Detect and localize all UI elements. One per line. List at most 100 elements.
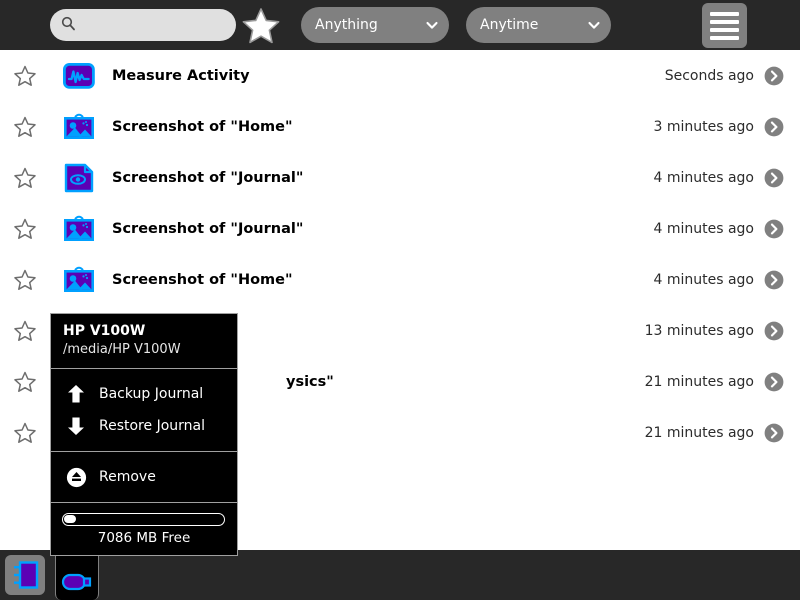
journal-entry-row[interactable]: Screenshot of "Journal" 4 minutes ago — [0, 203, 800, 254]
star-outline-icon — [14, 116, 36, 137]
star-outline-icon — [14, 167, 36, 188]
star-outline-icon — [14, 422, 36, 443]
picture-icon — [58, 263, 100, 297]
search-icon — [61, 16, 76, 35]
measure-activity-icon — [58, 59, 100, 93]
type-filter-dropdown[interactable]: Anything — [301, 7, 449, 43]
document-eye-icon — [64, 163, 94, 192]
remove-item[interactable]: Remove — [51, 461, 237, 493]
type-filter-label: Anything — [315, 17, 378, 33]
entry-title: Screenshot of "Journal" — [112, 220, 304, 237]
entry-detail-arrow[interactable] — [764, 168, 784, 188]
taskbar — [0, 550, 800, 600]
arrow-up-icon — [65, 383, 87, 405]
entry-title: Screenshot of "Journal" — [112, 169, 304, 186]
chevron-down-icon — [426, 21, 438, 29]
entry-title: Measure Activity — [112, 67, 250, 84]
search-field[interactable] — [50, 9, 258, 41]
chevron-down-icon — [588, 21, 600, 29]
chevron-right-circle-icon — [764, 321, 784, 340]
entry-detail-arrow[interactable] — [764, 219, 784, 239]
hamburger-bar — [710, 19, 739, 24]
favorite-star-toggle[interactable] — [0, 422, 50, 443]
picture-icon — [58, 212, 100, 246]
time-filter-label: Anytime — [480, 17, 539, 33]
hamburger-bar — [710, 27, 739, 32]
entry-detail-arrow[interactable] — [764, 66, 784, 86]
favorite-star-button[interactable] — [241, 7, 281, 45]
entry-detail-arrow[interactable] — [764, 270, 784, 290]
storage-section: 7086 MB Free — [51, 503, 237, 555]
entry-timestamp: 4 minutes ago — [653, 169, 754, 186]
star-outline-icon — [14, 218, 36, 239]
device-popup-menu: HP V100W /media/HP V100W Backup Journal — [50, 313, 238, 556]
star-outline-icon — [14, 371, 36, 392]
entry-detail-arrow[interactable] — [764, 423, 784, 443]
journal-icon — [13, 561, 38, 589]
backup-journal-item[interactable]: Backup Journal — [51, 378, 237, 410]
picture-icon — [64, 266, 94, 292]
time-filter-dropdown[interactable]: Anytime — [466, 7, 611, 43]
journal-entry-row[interactable]: Screenshot of "Journal" 4 minutes ago — [0, 152, 800, 203]
favorite-star-toggle[interactable] — [0, 371, 50, 392]
picture-icon — [64, 113, 94, 139]
entry-timestamp: 3 minutes ago — [653, 118, 754, 135]
hamburger-icon[interactable] — [702, 3, 747, 48]
journal-entry-row[interactable]: Screenshot of "Home" 3 minutes ago — [0, 101, 800, 152]
device-path: /media/HP V100W — [63, 342, 181, 357]
entry-title: Screenshot of "Home" — [112, 271, 293, 288]
device-actions-section: Backup Journal Restore Journal — [51, 369, 237, 451]
remove-label: Remove — [99, 469, 156, 485]
taskbar-usb-button[interactable] — [55, 550, 99, 600]
eject-icon — [65, 466, 87, 488]
chevron-right-circle-icon — [764, 168, 784, 187]
chevron-right-circle-icon — [764, 117, 784, 136]
chevron-right-circle-icon — [764, 372, 784, 391]
favorite-star-toggle[interactable] — [0, 269, 50, 290]
hamburger-bar — [710, 35, 739, 40]
entry-timestamp: Seconds ago — [664, 67, 754, 84]
journal-entry-row[interactable]: Screenshot of "Home" 4 minutes ago — [0, 254, 800, 305]
entry-detail-arrow[interactable] — [764, 372, 784, 392]
entry-timestamp: 21 minutes ago — [644, 424, 754, 441]
taskbar-journal-button[interactable] — [5, 555, 45, 595]
picture-icon — [58, 110, 100, 144]
usb-icon — [61, 573, 92, 590]
picture-icon — [64, 215, 94, 241]
device-remove-section: Remove — [51, 452, 237, 502]
entry-title: ysics" — [286, 373, 334, 390]
hamburger-bar — [710, 11, 739, 16]
star-outline-icon — [14, 269, 36, 290]
document-eye-icon — [58, 161, 100, 195]
favorite-star-toggle[interactable] — [0, 320, 50, 341]
favorite-star-toggle[interactable] — [0, 218, 50, 239]
chevron-right-circle-icon — [764, 66, 784, 85]
restore-journal-label: Restore Journal — [99, 418, 205, 434]
chevron-right-circle-icon — [764, 423, 784, 442]
entry-timestamp: 4 minutes ago — [653, 220, 754, 237]
entry-detail-arrow[interactable] — [764, 117, 784, 137]
star-outline-icon — [14, 320, 36, 341]
entry-detail-arrow[interactable] — [764, 321, 784, 341]
chevron-right-circle-icon — [764, 219, 784, 238]
restore-journal-item[interactable]: Restore Journal — [51, 410, 237, 442]
journal-entry-row[interactable]: Measure Activity Seconds ago — [0, 50, 800, 101]
device-popup-header: HP V100W /media/HP V100W — [51, 314, 237, 368]
favorite-star-toggle[interactable] — [0, 116, 50, 137]
backup-journal-label: Backup Journal — [99, 386, 204, 402]
entry-timestamp: 4 minutes ago — [653, 271, 754, 288]
journal-app: Anything Anytime Measure Activity Seconds… — [0, 0, 800, 600]
entry-timestamp: 21 minutes ago — [644, 373, 754, 390]
storage-free-label: 7086 MB Free — [97, 530, 191, 546]
device-name: HP V100W — [63, 323, 146, 339]
measure-activity-icon — [63, 62, 95, 89]
storage-bar-fill — [64, 515, 76, 523]
entry-title: Screenshot of "Home" — [112, 118, 293, 135]
arrow-down-icon — [65, 415, 87, 437]
chevron-right-circle-icon — [764, 270, 784, 289]
toolbar: Anything Anytime — [0, 0, 800, 50]
entry-timestamp: 13 minutes ago — [644, 322, 754, 339]
search-input[interactable] — [76, 9, 258, 41]
favorite-star-toggle[interactable] — [0, 167, 50, 188]
favorite-star-toggle[interactable] — [0, 65, 50, 86]
